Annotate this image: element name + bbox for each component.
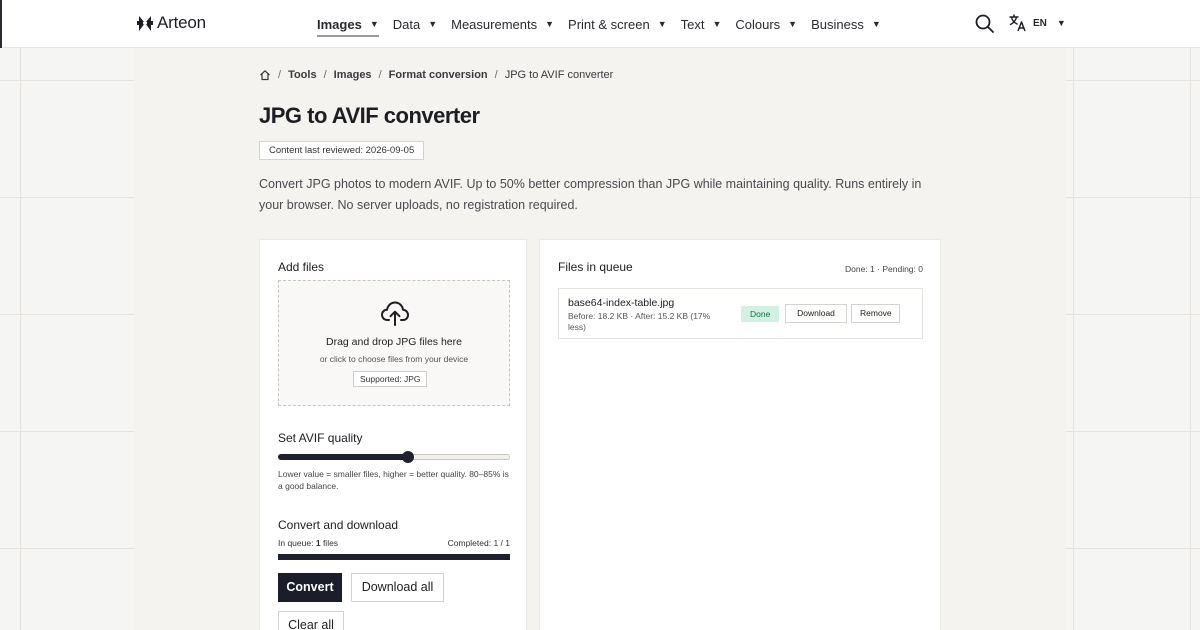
download-all-button[interactable]: Download all <box>351 573 444 602</box>
chevron-down-icon: ▼ <box>1056 18 1066 28</box>
home-icon[interactable] <box>259 69 271 81</box>
progress-fill <box>278 554 510 560</box>
breadcrumb: / Tools / Images / Format conversion / J… <box>259 69 613 81</box>
dropzone-instruction: Drag and drop JPG files here <box>326 336 462 348</box>
brand-logo-icon <box>137 15 153 31</box>
status-badge: Done <box>741 306 780 322</box>
chevron-down-icon: ▼ <box>657 19 667 29</box>
dropzone-subtext: or click to choose files from your devic… <box>319 354 469 364</box>
breadcrumb-images[interactable]: Images <box>334 69 372 81</box>
in-queue-count: 1 <box>315 538 321 548</box>
nav-item-label: Text <box>680 16 705 32</box>
nav-item-print-screen[interactable]: Print & screen ▼ <box>568 17 667 32</box>
nav-item-label: Print & screen <box>568 16 650 32</box>
breadcrumb-separator: / <box>278 69 282 81</box>
convert-title: Convert and download <box>278 518 399 532</box>
translate-icon <box>1009 14 1026 32</box>
language-selector[interactable]: EN ▼ <box>1009 14 1066 32</box>
slider-fill <box>278 454 408 460</box>
cloud-upload-icon <box>381 301 409 326</box>
brand-logo[interactable]: Arteon <box>137 13 206 33</box>
supported-formats-badge: Supported: JPG <box>353 371 428 387</box>
breadcrumb-format-conversion[interactable]: Format conversion <box>389 69 488 81</box>
nav-item-label: Business <box>811 16 864 32</box>
breadcrumb-separator: / <box>323 69 327 81</box>
clear-all-button[interactable]: Clear all <box>278 611 344 630</box>
queue-status-row: In queue: 1 files Completed: 1 / 1 <box>278 538 510 548</box>
in-queue-unit: files <box>322 538 339 548</box>
nav-item-label: Data <box>392 16 421 32</box>
nav-item-colours[interactable]: Colours ▼ <box>735 17 797 32</box>
brand-name: Arteon <box>157 13 206 32</box>
quality-slider[interactable] <box>278 451 510 463</box>
chevron-down-icon: ▼ <box>788 19 798 29</box>
chevron-down-icon: ▼ <box>871 19 881 29</box>
in-queue-status: In queue: 1 files <box>278 538 338 548</box>
breadcrumb-separator: / <box>378 69 382 81</box>
breadcrumb-current: JPG to AVIF converter <box>504 69 614 81</box>
converter-controls-card: Add files Drag and drop JPG files here o… <box>259 239 527 630</box>
slider-thumb[interactable] <box>401 451 414 463</box>
page-title: JPG to AVIF converter <box>259 103 480 128</box>
add-files-title: Add files <box>278 260 325 274</box>
breadcrumb-separator: / <box>494 69 498 81</box>
queue-counts: Done: 1 · Pending: 0 <box>845 264 923 274</box>
download-file-button[interactable]: Download <box>785 304 847 323</box>
conversion-progress-bar <box>278 554 510 560</box>
search-button[interactable] <box>974 13 996 35</box>
quality-hint: Lower value = smaller files, higher = be… <box>278 469 509 491</box>
chevron-down-icon: ▼ <box>545 19 555 29</box>
nav-item-label: Measurements <box>451 16 538 32</box>
nav-item-business[interactable]: Business ▼ <box>811 17 881 32</box>
nav-item-images[interactable]: Images ▼ <box>317 17 379 32</box>
file-dropzone[interactable]: Drag and drop JPG files here or click to… <box>278 280 510 406</box>
in-queue-label: In queue: <box>278 538 314 548</box>
reviewed-badge: Content last reviewed: 2026-09-05 <box>259 141 425 160</box>
top-navigation-bar: Arteon Images ▼ Data ▼ Measurements ▼ Pr… <box>0 0 1200 48</box>
nav-item-text[interactable]: Text ▼ <box>681 17 722 32</box>
chevron-down-icon: ▼ <box>712 19 722 29</box>
window-edge <box>0 0 2 48</box>
chevron-down-icon: ▼ <box>428 19 438 29</box>
chevron-down-icon: ▼ <box>369 19 379 29</box>
file-size-info: Before: 18.2 KB · After: 15.2 KB (17% le… <box>568 311 711 332</box>
nav-item-label: Colours <box>735 16 781 32</box>
quality-title: Set AVIF quality <box>278 431 363 445</box>
completed-status: Completed: 1 / 1 <box>447 538 510 548</box>
file-name: base64-index-table.jpg <box>568 297 675 309</box>
main-panel: / Tools / Images / Format conversion / J… <box>134 48 1066 630</box>
files-queue-card: Files in queue Done: 1 · Pending: 0 base… <box>539 239 941 630</box>
queue-title: Files in queue <box>558 260 633 274</box>
page-intro: Convert JPG photos to modern AVIF. Up to… <box>259 177 922 212</box>
language-code: EN <box>1033 17 1047 29</box>
main-nav: Images ▼ Data ▼ Measurements ▼ Print & s… <box>317 0 895 48</box>
nav-item-label: Images <box>317 16 362 32</box>
nav-item-data[interactable]: Data ▼ <box>393 17 437 32</box>
list-item: base64-index-table.jpg Before: 18.2 KB ·… <box>558 288 923 339</box>
convert-button[interactable]: Convert <box>278 573 342 602</box>
breadcrumb-tools[interactable]: Tools <box>288 69 317 81</box>
remove-file-button[interactable]: Remove <box>851 304 900 323</box>
search-icon <box>975 14 994 33</box>
nav-item-measurements[interactable]: Measurements ▼ <box>451 17 554 32</box>
